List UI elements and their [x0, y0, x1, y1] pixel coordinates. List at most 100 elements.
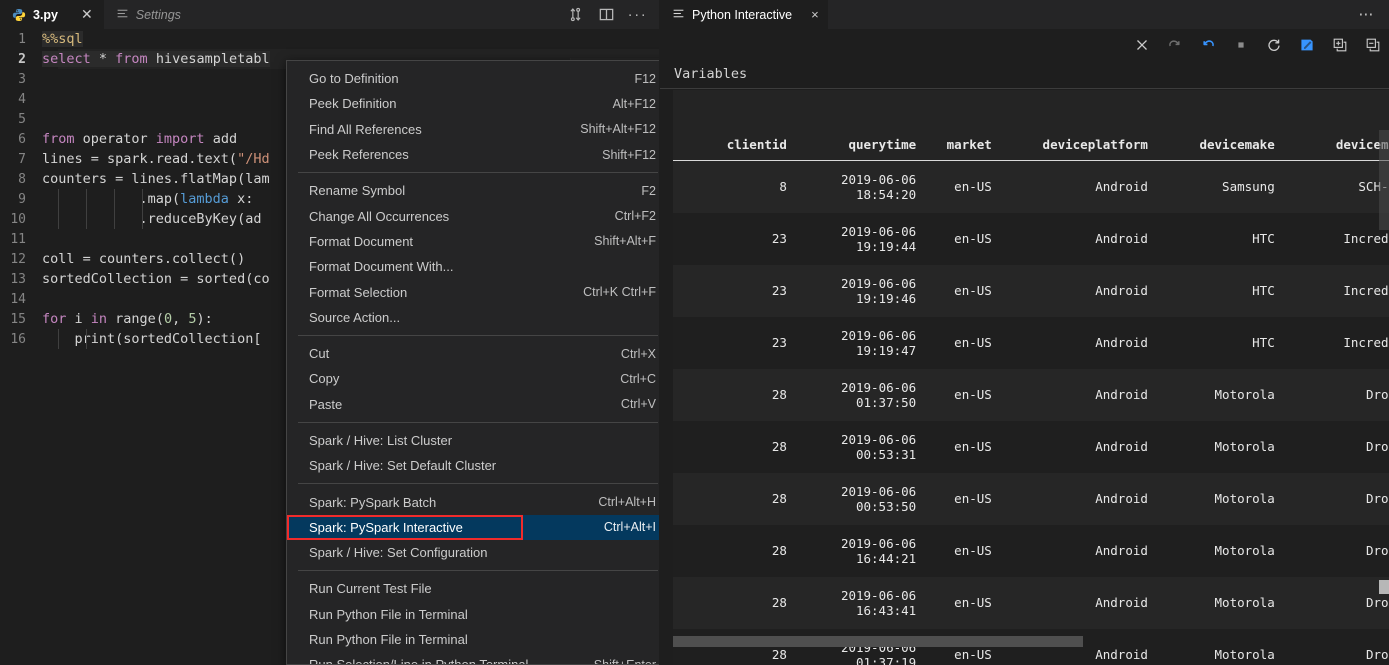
table-row: 232019-06-06 19:19:44en-USAndroidHTCIncr… — [673, 213, 1389, 265]
menu-item[interactable]: Spark: PySpark InteractiveCtrl+Alt+I — [287, 515, 660, 540]
dataframe-scroll-container[interactable]: clientidquerytimemarketdeviceplatformdev… — [673, 90, 1389, 665]
expand-all-icon[interactable] — [1332, 37, 1348, 53]
menu-item[interactable]: Change All OccurrencesCtrl+F2 — [287, 203, 660, 228]
menu-item[interactable]: PasteCtrl+V — [287, 392, 660, 417]
menu-item[interactable]: Format Document With... — [287, 254, 660, 279]
menu-item-shortcut: Ctrl+X — [621, 347, 656, 361]
menu-item[interactable]: Source Action... — [287, 305, 660, 330]
menu-item[interactable]: Spark / Hive: List Cluster — [287, 428, 660, 453]
table-cell: 2019-06-06 19:19:46 — [795, 265, 924, 317]
menu-item[interactable]: Spark / Hive: Set Configuration — [287, 540, 660, 565]
collapse-all-icon[interactable] — [1365, 37, 1381, 53]
menu-item[interactable]: Find All ReferencesShift+Alt+F12 — [287, 117, 660, 142]
menu-item-label: Cut — [309, 346, 621, 361]
tab-python-interactive[interactable]: Python Interactive × — [660, 0, 828, 29]
menu-item-label: Paste — [309, 397, 621, 412]
table-row: 282019-06-06 00:53:50en-USAndroidMotorol… — [673, 473, 1389, 525]
menu-item-shortcut: F12 — [634, 72, 656, 86]
menu-item[interactable]: Rename SymbolF2 — [287, 178, 660, 203]
menu-item-shortcut: Shift+Alt+F — [594, 234, 656, 248]
line-number: 11 — [0, 232, 42, 247]
menu-item-label: Spark / Hive: Set Configuration — [309, 545, 656, 560]
table-cell: 28 — [673, 421, 795, 473]
table-body: 82019-06-06 18:54:20en-USAndroidSamsungS… — [673, 160, 1389, 665]
line-number: 4 — [0, 92, 42, 107]
menu-item-shortcut: Ctrl+V — [621, 397, 656, 411]
redo-cell-icon[interactable] — [1167, 37, 1183, 53]
horizontal-scrollbar[interactable] — [673, 636, 1083, 647]
table-cell: en-US — [924, 421, 1000, 473]
variables-bar[interactable]: Variables — [660, 60, 1389, 89]
table-cell: 2019-06-06 19:19:44 — [795, 213, 924, 265]
menu-item[interactable]: Spark: PySpark BatchCtrl+Alt+H — [287, 489, 660, 514]
line-number: 9 — [0, 192, 42, 207]
table-cell: Incredible — [1283, 213, 1389, 265]
code-line[interactable]: 1%%sql — [0, 29, 659, 49]
table-cell: HTC — [1156, 213, 1283, 265]
menu-item-label: Go to Definition — [309, 71, 634, 86]
menu-item[interactable]: Peek ReferencesShift+F12 — [287, 142, 660, 167]
code-text: for i in range(0, 5): — [42, 311, 213, 327]
output-cell: clientidquerytimemarketdeviceplatformdev… — [660, 90, 1389, 665]
table-cell: Droid X — [1283, 473, 1389, 525]
interactive-tab-actions: ⋯ — [1358, 0, 1389, 29]
menu-item-label: Change All Occurrences — [309, 209, 615, 224]
line-number: 14 — [0, 292, 42, 307]
line-number: 12 — [0, 252, 42, 267]
restart-kernel-icon[interactable] — [1266, 37, 1282, 53]
menu-item[interactable]: CutCtrl+X — [287, 341, 660, 366]
menu-item[interactable]: Spark / Hive: Set Default Cluster — [287, 453, 660, 478]
tab-3py[interactable]: 3.py ✕ — [0, 0, 104, 29]
table-cell: Android — [1000, 265, 1156, 317]
menu-item[interactable]: Run Python File in Terminal — [287, 602, 660, 627]
table-cell: 2019-06-06 18:54:20 — [795, 160, 924, 213]
vertical-scrollbar[interactable] — [1379, 130, 1389, 230]
close-icon[interactable]: ✕ — [81, 8, 93, 22]
export-as-notebook-icon[interactable] — [1299, 37, 1315, 53]
undo-cell-icon[interactable] — [1200, 37, 1216, 53]
cell-gutter — [660, 90, 673, 665]
split-editor-vertical-icon[interactable] — [598, 6, 615, 23]
line-number: 2 — [0, 52, 42, 67]
tab-settings[interactable]: Settings — [104, 0, 192, 29]
line-number: 8 — [0, 172, 42, 187]
close-icon[interactable]: × — [811, 7, 819, 22]
line-number: 10 — [0, 212, 42, 227]
menu-item[interactable]: Format DocumentShift+Alt+F — [287, 229, 660, 254]
menu-item[interactable]: Format SelectionCtrl+K Ctrl+F — [287, 279, 660, 304]
open-changes-icon[interactable] — [567, 6, 584, 23]
table-row: 82019-06-06 18:54:20en-USAndroidSamsungS… — [673, 160, 1389, 213]
menu-item[interactable]: Peek DefinitionAlt+F12 — [287, 91, 660, 116]
more-actions-icon[interactable]: ⋯ — [1358, 10, 1375, 20]
variables-label: Variables — [674, 66, 747, 82]
table-cell: HTC — [1156, 265, 1283, 317]
editor-context-menu[interactable]: Go to DefinitionF12Peek DefinitionAlt+F1… — [286, 60, 660, 665]
menu-separator — [298, 570, 658, 571]
indent-guide — [86, 189, 87, 209]
menu-item[interactable]: Go to DefinitionF12 — [287, 66, 660, 91]
menu-separator — [298, 172, 658, 173]
menu-item[interactable]: Run Current Test File — [287, 576, 660, 601]
menu-item[interactable]: Run Python File in Terminal — [287, 627, 660, 652]
interrupt-kernel-icon[interactable] — [1233, 37, 1249, 53]
line-number: 13 — [0, 272, 42, 287]
menu-item[interactable]: Run Selection/Line in Python TerminalShi… — [287, 652, 660, 665]
table-cell: 2019-06-06 01:37:50 — [795, 369, 924, 421]
table-cell: 8 — [673, 160, 795, 213]
vertical-scrollbar-thumb[interactable] — [1379, 580, 1389, 594]
tab-label: 3.py — [33, 8, 58, 22]
code-text: coll = counters.collect() — [42, 251, 245, 267]
line-number: 6 — [0, 132, 42, 147]
code-text: sortedCollection = sorted(co — [42, 271, 270, 287]
more-actions-icon[interactable]: ··· — [629, 6, 646, 23]
table-cell: Droid X — [1283, 369, 1389, 421]
clear-all-icon[interactable] — [1134, 37, 1150, 53]
line-number: 1 — [0, 32, 42, 47]
code-text: from operator import add — [42, 131, 237, 147]
table-row: 232019-06-06 19:19:47en-USAndroidHTCIncr… — [673, 317, 1389, 369]
menu-item-label: Run Current Test File — [309, 581, 656, 596]
menu-item-shortcut: Ctrl+F2 — [615, 209, 656, 223]
editor-tab-bar: 3.py ✕ Settings — [0, 0, 659, 29]
table-row: 282019-06-06 16:43:41en-USAndroidMotorol… — [673, 577, 1389, 629]
menu-item[interactable]: CopyCtrl+C — [287, 366, 660, 391]
